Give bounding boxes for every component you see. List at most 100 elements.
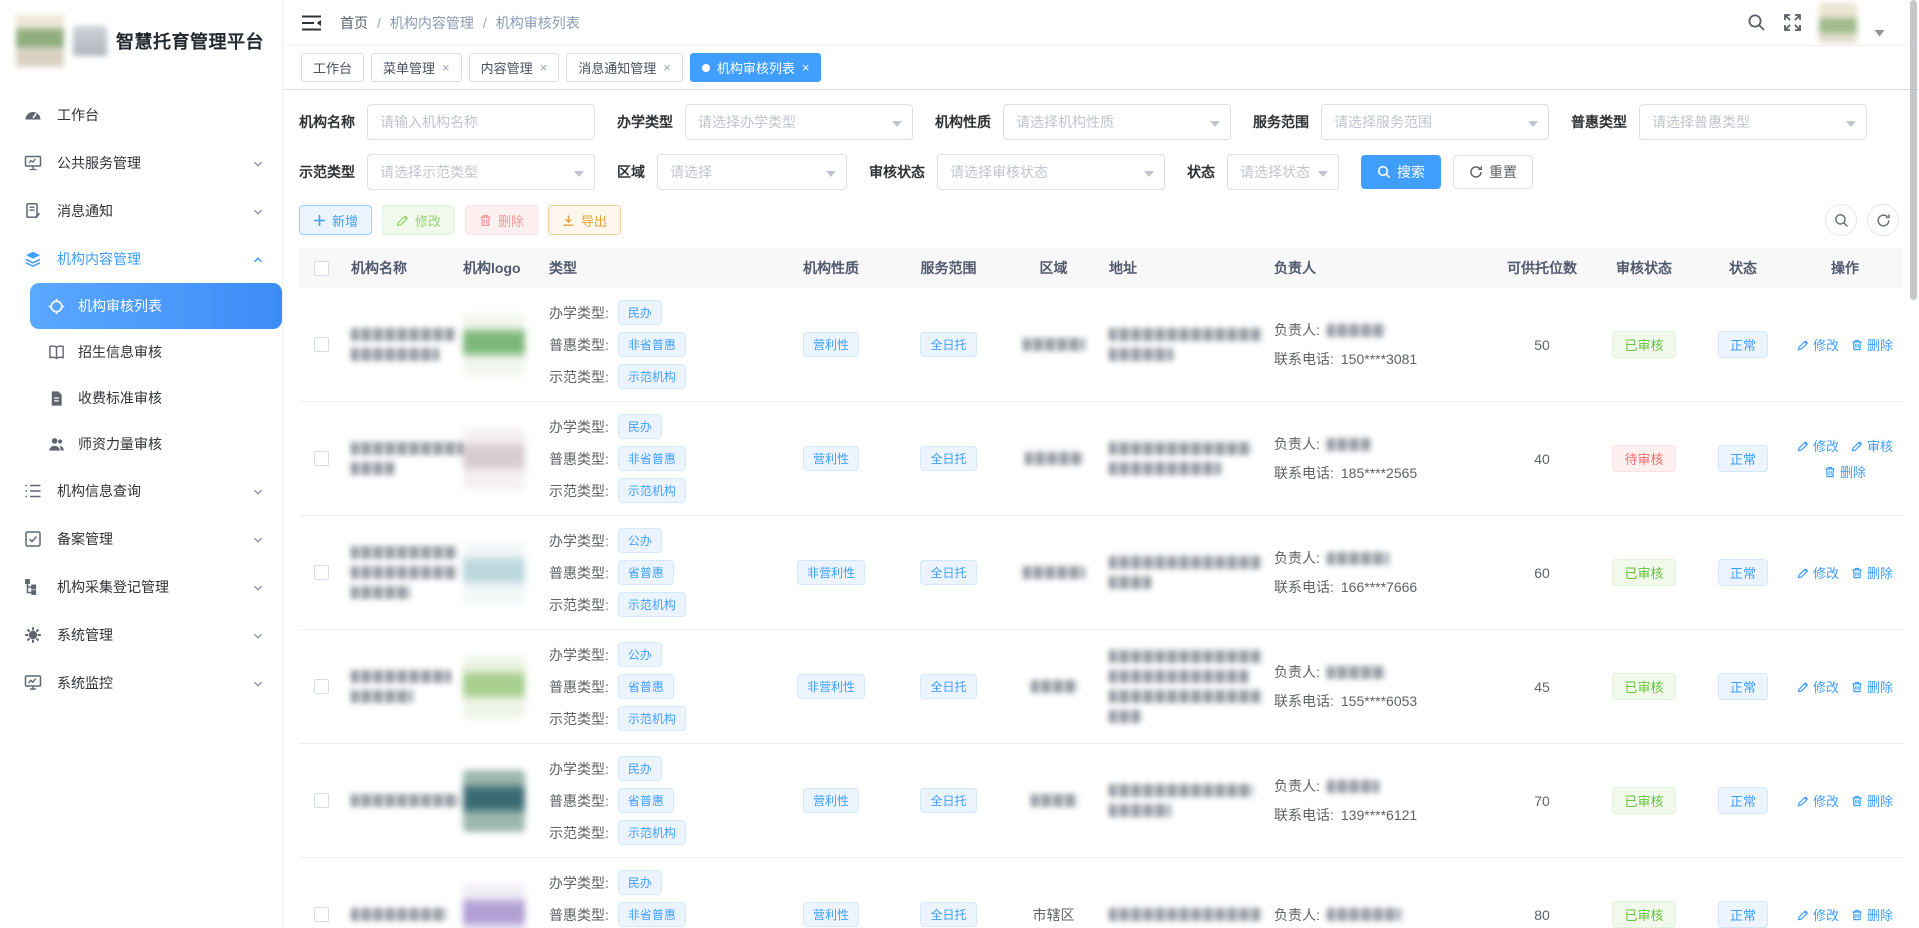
edit-button[interactable]: 修改: [382, 205, 455, 235]
org-name-cell: [343, 791, 455, 811]
select-all-checkbox[interactable]: [314, 261, 329, 276]
edit-row-link[interactable]: 修改: [1797, 905, 1839, 924]
edit-row-link[interactable]: 修改: [1797, 335, 1839, 354]
breadcrumb-org-content[interactable]: 机构内容管理: [390, 13, 474, 33]
trash-icon: [1851, 909, 1863, 921]
tab-notice-mgmt[interactable]: 消息通知管理×: [566, 53, 683, 82]
sidebar-subitem-enrollment-info-audit[interactable]: 招生信息审核: [0, 329, 282, 375]
delete-row-link[interactable]: 删除: [1851, 677, 1893, 696]
edit-row-link[interactable]: 修改: [1797, 563, 1839, 582]
avatar[interactable]: [1819, 3, 1857, 43]
toggle-search-button[interactable]: [1825, 204, 1857, 236]
demo_type-tag: 示范机构: [618, 364, 686, 389]
sidebar-item-org-collect-reg-mgmt[interactable]: 机构采集登记管理: [0, 563, 282, 611]
table-row: 办学类型:民办普惠类型:非省普惠示范类型:示范机构营利性全日托负责人:联系电话:…: [299, 288, 1903, 402]
type-label: 普惠类型:: [549, 791, 609, 811]
sidebar-item-workbench[interactable]: 工作台: [0, 91, 282, 139]
sidebar-item-org-info-query[interactable]: 机构信息查询: [0, 467, 282, 515]
delete-button[interactable]: 删除: [465, 205, 538, 235]
select-caret-icon: [1144, 171, 1154, 177]
type-cell: 办学类型:民办普惠类型:省普惠示范类型:示范机构: [541, 753, 771, 849]
search-button[interactable]: 搜索: [1361, 155, 1441, 189]
tab-close-icon[interactable]: ×: [442, 61, 450, 74]
org-logo-cell: [455, 884, 541, 928]
actions-cell: 修改审核删除: [1791, 436, 1899, 481]
region-select[interactable]: 请选择: [657, 154, 847, 190]
row-select-cell: [299, 565, 343, 580]
filter-label-org-nature: 机构性质: [935, 112, 991, 132]
reset-button[interactable]: 重置: [1453, 155, 1533, 189]
sidebar-item-message-notice[interactable]: 消息通知: [0, 187, 282, 235]
refresh-button[interactable]: [1867, 204, 1899, 236]
school-type-select[interactable]: 请选择办学类型: [685, 104, 913, 140]
edit-row-link[interactable]: 修改: [1797, 677, 1839, 696]
sidebar-subitem-teacher-strength-audit[interactable]: 师资力量审核: [0, 421, 282, 467]
sidebar-subitem-org-audit-list[interactable]: 机构审核列表: [30, 283, 282, 329]
sidebar-subitem-fee-standard-audit[interactable]: 收费标准审核: [0, 375, 282, 421]
tab-label: 菜单管理: [383, 58, 435, 77]
sidebar-item-system-mgmt[interactable]: 系统管理: [0, 611, 282, 659]
sidebar-item-label: 系统监控: [57, 673, 252, 693]
tab-workbench[interactable]: 工作台: [301, 53, 364, 82]
tab-close-icon[interactable]: ×: [540, 61, 548, 74]
table-header: 机构名称机构logo类型机构性质服务范围区域地址负责人可供托位数审核状态状态操作: [299, 248, 1903, 288]
delete-row-link[interactable]: 删除: [1824, 462, 1866, 481]
add-button[interactable]: 新增: [299, 205, 372, 235]
edit-row-link[interactable]: 修改: [1797, 791, 1839, 810]
sidebar-item-label: 机构内容管理: [57, 249, 252, 269]
sidebar-item-system-monitor[interactable]: 系统监控: [0, 659, 282, 707]
page-scrollbar[interactable]: [1910, 0, 1917, 300]
edit-row-link[interactable]: 修改: [1797, 436, 1839, 455]
table-row: 办学类型:民办普惠类型:非省普惠示范类型:示范机构营利性全日托负责人:联系电话:…: [299, 402, 1903, 516]
user-menu-caret-icon[interactable]: [1874, 24, 1885, 32]
tab-content-mgmt[interactable]: 内容管理×: [469, 53, 560, 82]
inclusive-type-select[interactable]: 请选择普惠类型: [1639, 104, 1867, 140]
row-checkbox[interactable]: [314, 907, 329, 922]
tab-close-icon[interactable]: ×: [802, 61, 810, 74]
row-checkbox[interactable]: [314, 793, 329, 808]
select-placeholder: 请选择审核状态: [950, 162, 1048, 182]
row-checkbox[interactable]: [314, 451, 329, 466]
tab-menu-mgmt[interactable]: 菜单管理 ×: [371, 53, 462, 82]
manager-cell: 负责人:联系电话:155****6053: [1266, 658, 1491, 716]
manager-label: 负责人:: [1274, 434, 1320, 454]
delete-row-link[interactable]: 删除: [1851, 563, 1893, 582]
type-line: 普惠类型:非省普惠: [549, 332, 686, 357]
audit-row-link[interactable]: 审核: [1851, 436, 1893, 455]
org-name-input[interactable]: [367, 104, 595, 140]
type-line: 示范类型:示范机构: [549, 592, 686, 617]
status-tag: 正常: [1718, 787, 1768, 814]
tab-org-audit-list[interactable]: 机构审核列表×: [690, 53, 822, 82]
select-caret-icon: [574, 171, 584, 177]
org-name-input-el[interactable]: [380, 114, 568, 130]
status-select[interactable]: 请选择状态: [1227, 154, 1339, 190]
sidebar-item-public-service-mgmt[interactable]: 公共服务管理: [0, 139, 282, 187]
type-line: 普惠类型:非省普惠: [549, 446, 686, 471]
delete-row-link[interactable]: 删除: [1851, 791, 1893, 810]
search-icon[interactable]: [1747, 13, 1766, 32]
row-checkbox[interactable]: [314, 679, 329, 694]
redacted-manager-name: [1327, 780, 1379, 793]
fullscreen-icon[interactable]: [1783, 13, 1802, 32]
actions-cell: 修改删除: [1791, 335, 1899, 354]
tab-close-icon[interactable]: ×: [663, 61, 671, 74]
row-checkbox[interactable]: [314, 565, 329, 580]
audit-status-select[interactable]: 请选择审核状态: [937, 154, 1165, 190]
breadcrumb-home[interactable]: 首页: [340, 13, 368, 33]
service-scope-select[interactable]: 请选择服务范围: [1321, 104, 1549, 140]
row-checkbox[interactable]: [314, 337, 329, 352]
sidebar-collapse-icon[interactable]: [301, 14, 322, 32]
export-button[interactable]: 导出: [548, 205, 621, 235]
chev-down-icon: [252, 629, 264, 641]
audit-status-cell: 已审核: [1593, 331, 1695, 358]
sidebar-item-org-content-mgmt[interactable]: 机构内容管理: [0, 235, 282, 283]
delete-row-link[interactable]: 删除: [1851, 335, 1893, 354]
sidebar-subitem-label: 招生信息审核: [78, 342, 162, 362]
demo-type-select[interactable]: 请选择示范类型: [367, 154, 595, 190]
org-logo-image: [463, 428, 525, 490]
org-nature-select[interactable]: 请选择机构性质: [1003, 104, 1231, 140]
delete-button-label: 删除: [498, 211, 524, 230]
delete-row-link[interactable]: 删除: [1851, 905, 1893, 924]
sidebar-item-filing-mgmt[interactable]: 备案管理: [0, 515, 282, 563]
actions-line: 修改删除: [1791, 791, 1899, 810]
